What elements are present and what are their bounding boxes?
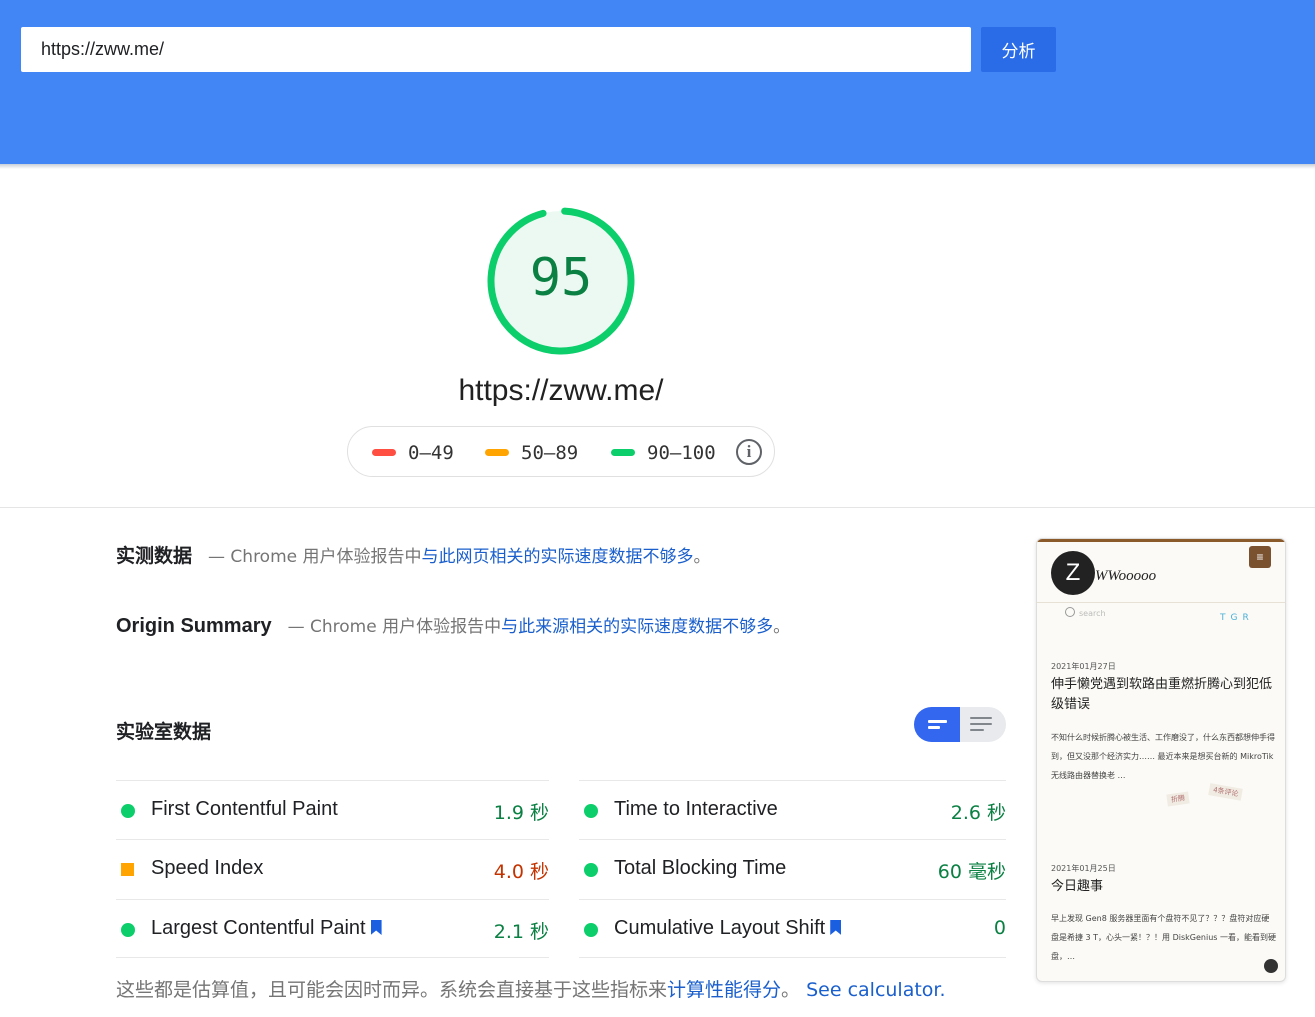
score-legend: 0–49 50–89 90–100 i <box>347 426 775 477</box>
expanded-view-icon-line <box>970 723 992 725</box>
url-input[interactable] <box>21 27 971 72</box>
thumb-tgr-text: TGR <box>1220 613 1254 623</box>
post-title: 伸手懒党遇到软路由重燃折腾心到犯低级错误 <box>1051 677 1273 712</box>
metric-value: 2.1 秒 <box>493 921 549 943</box>
thumb-topline <box>1037 539 1285 542</box>
metric-tti: Time to Interactive 2.6 秒 <box>579 780 1006 840</box>
metric-label: Cumulative Layout Shift <box>614 917 826 939</box>
pass-icon <box>584 923 598 937</box>
metric-value: 2.6 秒 <box>950 802 1006 824</box>
metric-label-wrap: Largest Contentful Paint <box>151 917 382 940</box>
average-icon <box>121 863 134 876</box>
expanded-view-toggle[interactable] <box>960 707 1006 742</box>
site-logo: Z <box>1051 551 1095 595</box>
field-data-row: 实测数据 — Chrome 用户体验报告中与此网页相关的实际速度数据不够多。 <box>116 541 711 568</box>
metric-value: 1.9 秒 <box>493 802 549 824</box>
section-divider <box>0 507 1315 508</box>
field-data-title: 实测数据 <box>116 545 193 567</box>
metric-value: 0 <box>993 917 1006 939</box>
metric-label: Total Blocking Time <box>614 857 787 879</box>
field-data-link[interactable]: 与此网页相关的实际速度数据不够多 <box>422 547 694 567</box>
metrics-view-toggle <box>914 707 1006 742</box>
post-comments: 4条评论 <box>1208 783 1244 801</box>
score-calc-link[interactable]: 计算性能得分 <box>667 979 781 1001</box>
metric-tbt: Total Blocking Time 60 毫秒 <box>579 839 1006 899</box>
origin-summary-desc-prefix: — Chrome 用户体验报告中 <box>287 617 502 637</box>
thumb-tgr: TGR <box>1220 613 1254 623</box>
legend-average-label: 50–89 <box>521 441 579 464</box>
lab-data-title: 实验室数据 <box>116 721 212 743</box>
expanded-view-icon <box>970 717 992 719</box>
top-bar-shadow <box>0 164 1315 169</box>
estimate-note: 这些都是估算值，且可能会因时而异。系统会直接基于这些指标来计算性能得分。 See… <box>116 975 946 1002</box>
metrics-bottom-border <box>579 957 1006 958</box>
metric-speed-index: Speed Index 4.0 秒 <box>116 839 549 899</box>
top-bar <box>0 0 1315 164</box>
pass-icon <box>121 923 135 937</box>
thumb-separator <box>1037 602 1285 603</box>
metrics-bottom-border <box>116 957 549 958</box>
bookmark-icon <box>370 920 382 935</box>
pass-icon <box>121 804 135 818</box>
metric-cls: Cumulative Layout Shift 0 <box>579 899 1006 959</box>
analyze-button[interactable]: 分析 <box>981 27 1056 72</box>
compact-view-icon-line <box>928 726 940 729</box>
metric-fcp: First Contentful Paint 1.9 秒 <box>116 780 549 840</box>
pass-icon <box>584 804 598 818</box>
metric-label-wrap: Cumulative Layout Shift <box>614 917 842 940</box>
bookmark-icon <box>830 920 842 935</box>
post-date: 2021年01月27日 <box>1051 662 1116 671</box>
field-data-desc-suffix: 。 <box>693 547 711 567</box>
metric-label: Time to Interactive <box>614 798 778 820</box>
compact-view-icon <box>928 720 947 723</box>
origin-summary-title: Origin Summary <box>116 615 272 637</box>
metric-value: 4.0 秒 <box>493 861 549 883</box>
origin-summary-link[interactable]: 与此来源相关的实际速度数据不够多 <box>501 617 773 637</box>
post-title: 今日趣事 <box>1051 879 1104 894</box>
final-screenshot: Z WWooooo ≡ search TGR 2021年01月27日 伸手懒党遇… <box>1036 538 1286 982</box>
info-icon[interactable]: i <box>736 439 762 465</box>
metric-label: Speed Index <box>151 857 264 879</box>
metric-label: Largest Contentful Paint <box>151 917 366 939</box>
metric-label: First Contentful Paint <box>151 798 338 820</box>
expanded-view-icon-line <box>970 729 984 731</box>
menu-icon: ≡ <box>1249 546 1271 568</box>
legend-pass-swatch <box>611 449 635 456</box>
performance-score: 95 <box>529 248 593 308</box>
legend-pass-label: 90–100 <box>647 441 716 464</box>
post-excerpt: 早上发现 Gen8 服务器里面有个盘符不见了？？？盘符对应硬盘是希捷 3 T，心… <box>1051 914 1276 961</box>
legend-fail-swatch <box>372 449 396 456</box>
estimate-note-text: 这些都是估算值，且可能会因时而异。系统会直接基于这些指标来 <box>116 979 668 1001</box>
pass-icon <box>584 863 598 877</box>
compact-view-toggle[interactable] <box>914 707 960 742</box>
origin-summary-desc-suffix: 。 <box>773 617 791 637</box>
legend-fail-label: 0–49 <box>408 441 454 464</box>
post-excerpt: 不知什么时候折腾心被生活、工作磨没了，什么东西都想伸手得到，但又没那个经济实力…… <box>1051 733 1275 780</box>
origin-summary-row: Origin Summary — Chrome 用户体验报告中与此来源相关的实际… <box>116 612 790 638</box>
thumb-search-text: search <box>1079 609 1106 618</box>
legend-pass: 90–100 <box>611 427 716 478</box>
scroll-top-icon <box>1264 959 1278 973</box>
post-date: 2021年01月25日 <box>1051 864 1116 873</box>
estimate-note-suffix: 。 <box>781 979 801 1001</box>
legend-fail: 0–49 <box>372 427 454 478</box>
final-url: https://zww.me/ <box>458 374 664 407</box>
legend-average: 50–89 <box>485 427 578 478</box>
origin-summary-desc: — Chrome 用户体验报告中与此来源相关的实际速度数据不够多。 <box>288 612 791 637</box>
see-calculator-link[interactable]: See calculator. <box>806 979 945 1001</box>
field-data-desc: — Chrome 用户体验报告中与此网页相关的实际速度数据不够多。 <box>208 542 711 567</box>
site-brand: WWooooo <box>1095 568 1157 584</box>
post-tag: 折腾 <box>1166 791 1190 807</box>
search-icon <box>1065 607 1075 617</box>
field-data-desc-prefix: — Chrome 用户体验报告中 <box>208 547 422 567</box>
legend-average-swatch <box>485 449 509 456</box>
metric-lcp: Largest Contentful Paint 2.1 秒 <box>116 899 549 959</box>
metric-value: 60 毫秒 <box>937 861 1006 883</box>
